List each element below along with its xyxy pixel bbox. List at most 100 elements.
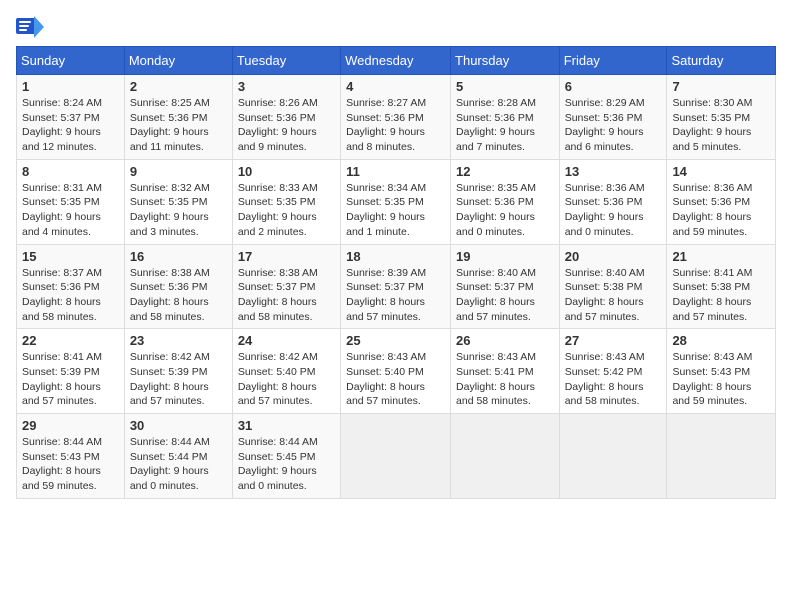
calendar-cell: 17 Sunrise: 8:38 AMSunset: 5:37 PMDaylig… (232, 244, 340, 329)
calendar-cell (559, 414, 667, 499)
day-info: Sunrise: 8:41 AMSunset: 5:39 PMDaylight:… (22, 351, 102, 407)
weekday-header-row: SundayMondayTuesdayWednesdayThursdayFrid… (17, 47, 776, 75)
calendar-cell: 2 Sunrise: 8:25 AMSunset: 5:36 PMDayligh… (124, 75, 232, 160)
day-number: 14 (672, 164, 770, 179)
day-info: Sunrise: 8:25 AMSunset: 5:36 PMDaylight:… (130, 97, 210, 153)
calendar-cell: 20 Sunrise: 8:40 AMSunset: 5:38 PMDaylig… (559, 244, 667, 329)
day-number: 31 (238, 418, 335, 433)
day-info: Sunrise: 8:44 AMSunset: 5:43 PMDaylight:… (22, 436, 102, 492)
calendar-cell: 1 Sunrise: 8:24 AMSunset: 5:37 PMDayligh… (17, 75, 125, 160)
calendar-week-row: 22 Sunrise: 8:41 AMSunset: 5:39 PMDaylig… (17, 329, 776, 414)
day-number: 5 (456, 79, 554, 94)
day-info: Sunrise: 8:38 AMSunset: 5:37 PMDaylight:… (238, 267, 318, 323)
day-info: Sunrise: 8:42 AMSunset: 5:40 PMDaylight:… (238, 351, 318, 407)
calendar-cell: 26 Sunrise: 8:43 AMSunset: 5:41 PMDaylig… (451, 329, 560, 414)
calendar-cell: 22 Sunrise: 8:41 AMSunset: 5:39 PMDaylig… (17, 329, 125, 414)
calendar-cell: 21 Sunrise: 8:41 AMSunset: 5:38 PMDaylig… (667, 244, 776, 329)
calendar-week-row: 1 Sunrise: 8:24 AMSunset: 5:37 PMDayligh… (17, 75, 776, 160)
day-number: 4 (346, 79, 445, 94)
calendar-cell: 11 Sunrise: 8:34 AMSunset: 5:35 PMDaylig… (341, 159, 451, 244)
calendar-cell: 7 Sunrise: 8:30 AMSunset: 5:35 PMDayligh… (667, 75, 776, 160)
calendar-cell: 19 Sunrise: 8:40 AMSunset: 5:37 PMDaylig… (451, 244, 560, 329)
calendar-cell: 30 Sunrise: 8:44 AMSunset: 5:44 PMDaylig… (124, 414, 232, 499)
calendar-cell: 5 Sunrise: 8:28 AMSunset: 5:36 PMDayligh… (451, 75, 560, 160)
day-info: Sunrise: 8:30 AMSunset: 5:35 PMDaylight:… (672, 97, 752, 153)
calendar: SundayMondayTuesdayWednesdayThursdayFrid… (16, 46, 776, 499)
day-number: 16 (130, 249, 227, 264)
calendar-week-row: 29 Sunrise: 8:44 AMSunset: 5:43 PMDaylig… (17, 414, 776, 499)
calendar-cell: 6 Sunrise: 8:29 AMSunset: 5:36 PMDayligh… (559, 75, 667, 160)
day-number: 22 (22, 333, 119, 348)
calendar-cell: 15 Sunrise: 8:37 AMSunset: 5:36 PMDaylig… (17, 244, 125, 329)
calendar-cell: 12 Sunrise: 8:35 AMSunset: 5:36 PMDaylig… (451, 159, 560, 244)
day-number: 29 (22, 418, 119, 433)
day-info: Sunrise: 8:39 AMSunset: 5:37 PMDaylight:… (346, 267, 426, 323)
day-info: Sunrise: 8:40 AMSunset: 5:38 PMDaylight:… (565, 267, 645, 323)
day-number: 27 (565, 333, 662, 348)
day-info: Sunrise: 8:41 AMSunset: 5:38 PMDaylight:… (672, 267, 752, 323)
calendar-cell: 28 Sunrise: 8:43 AMSunset: 5:43 PMDaylig… (667, 329, 776, 414)
day-number: 3 (238, 79, 335, 94)
day-number: 26 (456, 333, 554, 348)
calendar-cell: 16 Sunrise: 8:38 AMSunset: 5:36 PMDaylig… (124, 244, 232, 329)
day-info: Sunrise: 8:43 AMSunset: 5:43 PMDaylight:… (672, 351, 752, 407)
day-number: 9 (130, 164, 227, 179)
header-area (16, 16, 776, 38)
day-info: Sunrise: 8:43 AMSunset: 5:40 PMDaylight:… (346, 351, 426, 407)
day-number: 20 (565, 249, 662, 264)
calendar-cell: 9 Sunrise: 8:32 AMSunset: 5:35 PMDayligh… (124, 159, 232, 244)
calendar-cell: 14 Sunrise: 8:36 AMSunset: 5:36 PMDaylig… (667, 159, 776, 244)
day-info: Sunrise: 8:27 AMSunset: 5:36 PMDaylight:… (346, 97, 426, 153)
calendar-cell: 29 Sunrise: 8:44 AMSunset: 5:43 PMDaylig… (17, 414, 125, 499)
day-number: 28 (672, 333, 770, 348)
day-number: 17 (238, 249, 335, 264)
day-number: 13 (565, 164, 662, 179)
day-info: Sunrise: 8:34 AMSunset: 5:35 PMDaylight:… (346, 182, 426, 238)
calendar-week-row: 15 Sunrise: 8:37 AMSunset: 5:36 PMDaylig… (17, 244, 776, 329)
day-number: 25 (346, 333, 445, 348)
calendar-cell: 3 Sunrise: 8:26 AMSunset: 5:36 PMDayligh… (232, 75, 340, 160)
day-info: Sunrise: 8:43 AMSunset: 5:42 PMDaylight:… (565, 351, 645, 407)
day-info: Sunrise: 8:37 AMSunset: 5:36 PMDaylight:… (22, 267, 102, 323)
day-number: 6 (565, 79, 662, 94)
calendar-cell: 8 Sunrise: 8:31 AMSunset: 5:35 PMDayligh… (17, 159, 125, 244)
weekday-header: Monday (124, 47, 232, 75)
day-info: Sunrise: 8:29 AMSunset: 5:36 PMDaylight:… (565, 97, 645, 153)
day-number: 18 (346, 249, 445, 264)
day-info: Sunrise: 8:40 AMSunset: 5:37 PMDaylight:… (456, 267, 536, 323)
calendar-cell: 18 Sunrise: 8:39 AMSunset: 5:37 PMDaylig… (341, 244, 451, 329)
day-number: 7 (672, 79, 770, 94)
weekday-header: Tuesday (232, 47, 340, 75)
day-number: 2 (130, 79, 227, 94)
day-number: 23 (130, 333, 227, 348)
day-info: Sunrise: 8:24 AMSunset: 5:37 PMDaylight:… (22, 97, 102, 153)
calendar-cell: 4 Sunrise: 8:27 AMSunset: 5:36 PMDayligh… (341, 75, 451, 160)
weekday-header: Wednesday (341, 47, 451, 75)
day-info: Sunrise: 8:44 AMSunset: 5:44 PMDaylight:… (130, 436, 210, 492)
day-number: 30 (130, 418, 227, 433)
day-info: Sunrise: 8:35 AMSunset: 5:36 PMDaylight:… (456, 182, 536, 238)
day-info: Sunrise: 8:28 AMSunset: 5:36 PMDaylight:… (456, 97, 536, 153)
day-number: 1 (22, 79, 119, 94)
day-info: Sunrise: 8:32 AMSunset: 5:35 PMDaylight:… (130, 182, 210, 238)
day-info: Sunrise: 8:38 AMSunset: 5:36 PMDaylight:… (130, 267, 210, 323)
day-number: 12 (456, 164, 554, 179)
day-info: Sunrise: 8:36 AMSunset: 5:36 PMDaylight:… (565, 182, 645, 238)
day-info: Sunrise: 8:42 AMSunset: 5:39 PMDaylight:… (130, 351, 210, 407)
day-number: 8 (22, 164, 119, 179)
weekday-header: Sunday (17, 47, 125, 75)
day-number: 24 (238, 333, 335, 348)
day-info: Sunrise: 8:33 AMSunset: 5:35 PMDaylight:… (238, 182, 318, 238)
weekday-header: Thursday (451, 47, 560, 75)
calendar-cell: 10 Sunrise: 8:33 AMSunset: 5:35 PMDaylig… (232, 159, 340, 244)
calendar-cell (667, 414, 776, 499)
calendar-cell (451, 414, 560, 499)
day-info: Sunrise: 8:26 AMSunset: 5:36 PMDaylight:… (238, 97, 318, 153)
day-info: Sunrise: 8:44 AMSunset: 5:45 PMDaylight:… (238, 436, 318, 492)
day-number: 19 (456, 249, 554, 264)
calendar-week-row: 8 Sunrise: 8:31 AMSunset: 5:35 PMDayligh… (17, 159, 776, 244)
day-info: Sunrise: 8:31 AMSunset: 5:35 PMDaylight:… (22, 182, 102, 238)
calendar-cell: 23 Sunrise: 8:42 AMSunset: 5:39 PMDaylig… (124, 329, 232, 414)
day-number: 10 (238, 164, 335, 179)
calendar-cell: 31 Sunrise: 8:44 AMSunset: 5:45 PMDaylig… (232, 414, 340, 499)
